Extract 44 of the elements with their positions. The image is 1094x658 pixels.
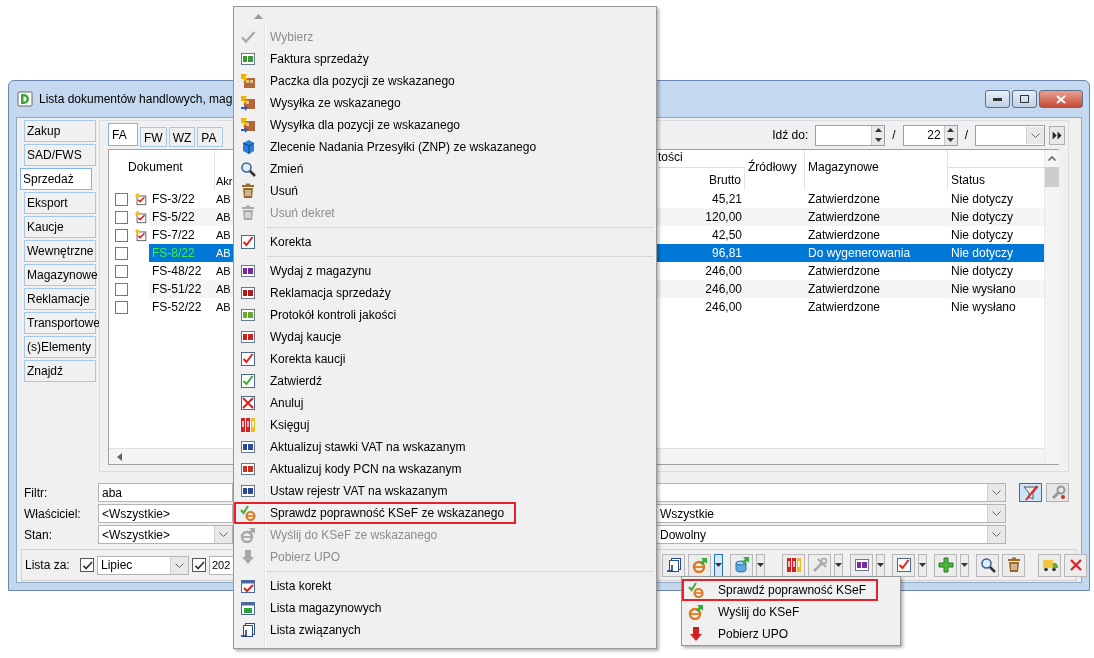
- table-cell-text: Nie dotyczy: [950, 263, 1015, 280]
- table-cell-text: Nie dotyczy: [950, 191, 1015, 208]
- filter-label: Filtr:: [24, 485, 49, 500]
- table-cell-text: FS-51/22: [151, 281, 203, 298]
- filter-label: Stan:: [24, 527, 54, 542]
- window-title: Lista dokumentów handlowych, mag: [39, 92, 233, 106]
- table-cell-text: FS-7/22: [151, 227, 196, 244]
- table-cell-text: Zatwierdzone: [807, 191, 882, 208]
- table-cell-text: Nie dotyczy: [950, 227, 1015, 244]
- table-cell-text: 96,81: [710, 245, 743, 262]
- table-cell-text: 246,00: [704, 299, 743, 316]
- table-cell-text: AB: [215, 264, 232, 279]
- table-cell-text: 246,00: [704, 263, 743, 280]
- column-group-header: tości: [658, 150, 683, 164]
- table-cell-text: Zatwierdzone: [807, 227, 882, 244]
- table-cell-text: 120,00: [704, 209, 743, 226]
- table-cell-text: FS-3/22: [151, 191, 196, 208]
- table-cell-text: AB: [215, 246, 232, 261]
- table-cell-text: Zatwierdzone: [807, 209, 882, 226]
- table-cell-text: FS-52/22: [151, 299, 203, 316]
- table-cell-text: 246,00: [704, 281, 743, 298]
- table-cell-text: 45,21: [710, 191, 743, 208]
- table-cell-text: AB: [215, 228, 232, 243]
- table-cell-text: AB: [215, 282, 232, 297]
- table-cell-text: FS-48/22: [151, 263, 203, 280]
- separator-text: /: [891, 128, 897, 142]
- table-cell-text: Zatwierdzone: [807, 281, 882, 298]
- table-cell-text: Zatwierdzone: [807, 263, 882, 280]
- table-cell-text: Nie wysłano: [950, 299, 1017, 316]
- table-cell-text: Nie dotyczy: [950, 245, 1015, 262]
- goto-label: Idź do:: [771, 128, 810, 142]
- filter-label: Właściciel:: [24, 506, 82, 521]
- table-cell-text: AB: [215, 210, 232, 225]
- table-cell-text: Nie wysłano: [950, 281, 1017, 298]
- table-cell-text: Zatwierdzone: [807, 299, 882, 316]
- table-cell-text: Do wygenerowania: [807, 245, 912, 262]
- table-cell-text: FS-5/22: [151, 209, 196, 226]
- table-cell-text: AB: [215, 192, 232, 207]
- table-cell-text: Nie dotyczy: [950, 209, 1015, 226]
- table-cell-text: FS-8/22: [151, 245, 196, 262]
- period-label: Lista za:: [25, 558, 71, 572]
- separator-text: /: [963, 128, 969, 142]
- table-cell-text: AB: [215, 300, 232, 315]
- table-cell-text: 42,50: [710, 227, 743, 244]
